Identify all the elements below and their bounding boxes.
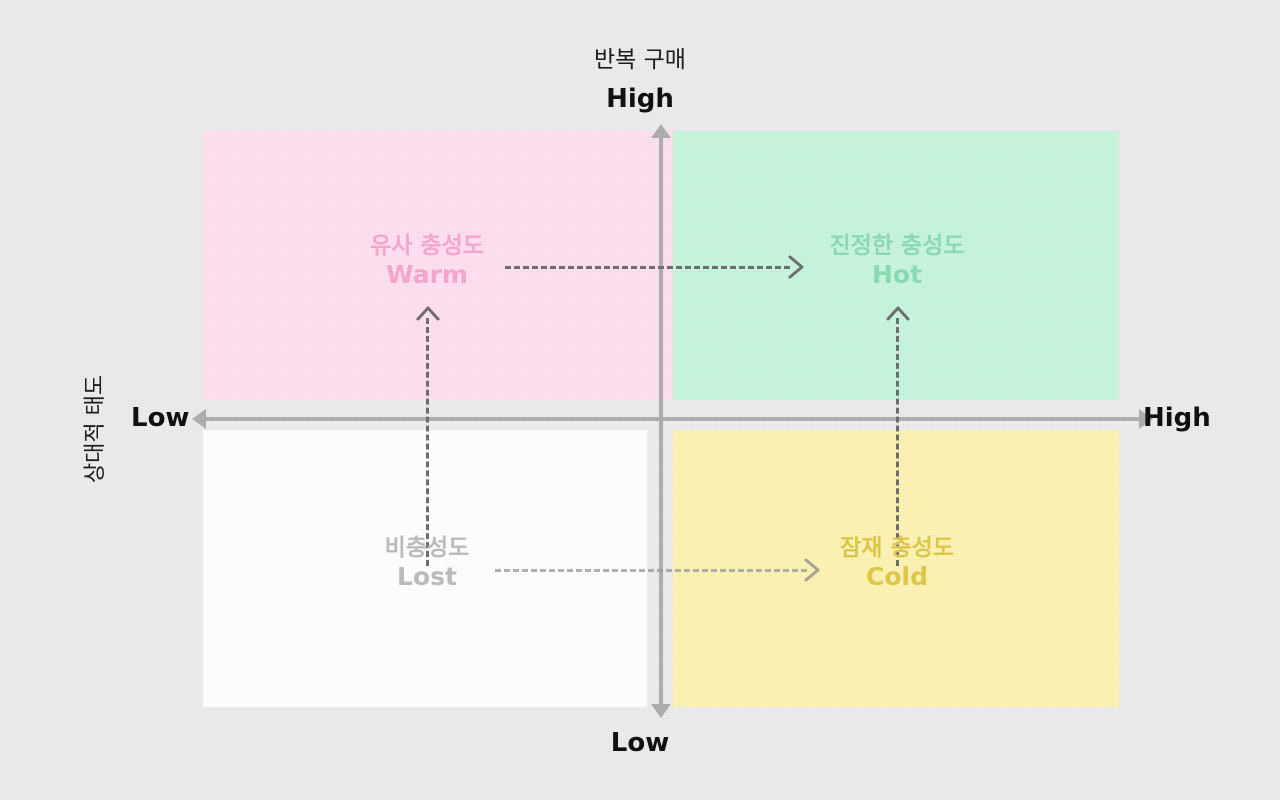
- horizontal-axis-low-label: Low: [131, 403, 190, 433]
- transition-arrow-cold-to-hot: [896, 318, 899, 566]
- quadrant-label-cold: 잠재 충성도 Cold: [807, 534, 987, 593]
- quadrant-label-lost: 비충성도 Lost: [337, 534, 517, 593]
- quadrant-chart: 유사 충성도 Warm 진정한 충성도 Hot 비충성도 Lost 잠재 충성도…: [0, 0, 1280, 800]
- horizontal-axis-title: 상대적 태도: [83, 374, 108, 484]
- quadrant-label-lost-en: Lost: [397, 562, 457, 592]
- vertical-axis-title: 반복 구매: [594, 47, 686, 73]
- vertical-axis-high-label: High: [606, 84, 674, 114]
- chevron-up-icon-cold-to-hot: [885, 303, 911, 323]
- chevron-up-icon-lost-to-warm: [415, 303, 441, 323]
- quadrant-label-warm-ko: 유사 충성도: [370, 233, 484, 259]
- quadrant-label-lost-ko: 비충성도: [384, 535, 470, 561]
- quadrant-label-cold-ko: 잠재 충성도: [840, 535, 954, 561]
- vertical-axis-line: [659, 131, 663, 711]
- chevron-right-icon-warm-to-hot: [787, 254, 807, 280]
- quadrant-label-hot-en: Hot: [871, 260, 923, 290]
- vertical-axis-low-label: Low: [610, 728, 670, 758]
- axis-arrow-left-icon: [192, 409, 206, 429]
- quadrant-label-hot: 진정한 충성도 Hot: [807, 232, 987, 291]
- axis-arrow-up-icon: [651, 124, 671, 138]
- transition-arrow-lost-to-cold: [495, 569, 807, 572]
- transition-arrow-lost-to-warm: [426, 318, 429, 566]
- quadrant-label-hot-ko: 진정한 충성도: [829, 233, 965, 259]
- axis-arrow-down-icon: [651, 704, 671, 718]
- quadrant-label-cold-en: Cold: [866, 562, 928, 592]
- quadrant-label-warm-en: Warm: [386, 260, 468, 290]
- horizontal-axis-line: [204, 417, 1145, 421]
- quadrant-label-warm: 유사 충성도 Warm: [337, 232, 517, 291]
- horizontal-axis-high-label: High: [1143, 403, 1211, 433]
- transition-arrow-warm-to-hot: [505, 266, 790, 269]
